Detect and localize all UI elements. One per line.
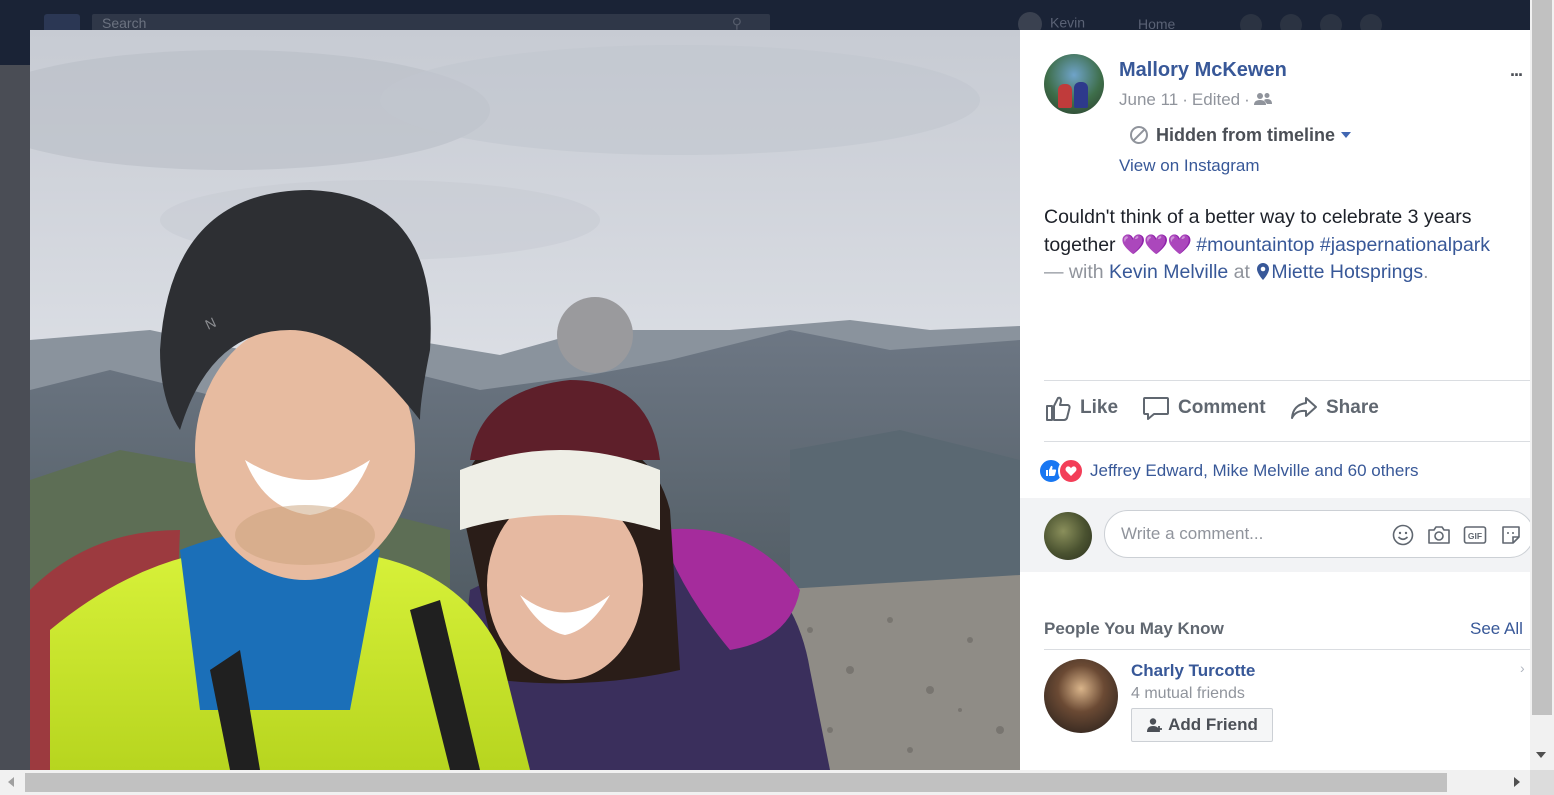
mutual-friends-count[interactable]: 4 mutual friends xyxy=(1131,685,1245,703)
see-all-link[interactable]: See All xyxy=(1470,619,1523,639)
post-meta: June 11 · Edited · xyxy=(1119,90,1272,111)
friends-icon[interactable] xyxy=(1253,91,1272,111)
reactions-summary[interactable]: Jeffrey Edward, Mike Melville and 60 oth… xyxy=(1038,458,1419,484)
with-prefix: — with xyxy=(1044,261,1104,283)
post-text: Couldn't think of a better way to celebr… xyxy=(1044,204,1530,289)
comment-box-icons: GIF xyxy=(1391,523,1523,547)
period: . xyxy=(1423,261,1429,283)
comment-button[interactable]: Comment xyxy=(1142,394,1266,422)
post-photo[interactable]: N xyxy=(30,30,1020,770)
profile-name: Kevin xyxy=(1050,14,1086,31)
vertical-scrollbar[interactable] xyxy=(1530,0,1554,770)
post-details-panel: Mallory McKewen ... June 11 · Edited · Hidd… xyxy=(1020,30,1530,770)
timeline-visibility-dropdown[interactable]: Hidden from timeline xyxy=(1130,125,1352,146)
edited-label[interactable]: Edited xyxy=(1192,90,1240,109)
search-placeholder: Search xyxy=(102,15,147,31)
gif-icon[interactable]: GIF xyxy=(1463,523,1487,547)
sticker-icon[interactable] xyxy=(1499,523,1523,547)
camera-icon[interactable] xyxy=(1427,523,1451,547)
scroll-right-arrow-icon[interactable] xyxy=(1514,777,1520,787)
divider xyxy=(1044,649,1530,650)
reactions-names[interactable]: Jeffrey Edward, Mike Melville and 60 oth… xyxy=(1090,461,1419,481)
location-link[interactable]: Miette Hotsprings xyxy=(1271,261,1423,283)
scroll-left-arrow-icon[interactable] xyxy=(8,777,14,787)
hashtag-mountaintop[interactable]: #mountaintop xyxy=(1196,234,1314,256)
horizontal-scroll-thumb[interactable] xyxy=(25,773,1447,792)
at-label: at xyxy=(1233,261,1250,283)
love-reaction-icon xyxy=(1058,458,1084,484)
current-user-avatar xyxy=(1044,512,1092,560)
share-label: Share xyxy=(1326,397,1379,418)
hidden-icon xyxy=(1130,126,1148,144)
post-actions: Like Comment Share xyxy=(1044,394,1530,430)
pymk-title: People You May Know xyxy=(1044,619,1224,638)
comment-label: Comment xyxy=(1178,397,1266,418)
chevron-down-icon xyxy=(1341,132,1352,138)
like-label: Like xyxy=(1080,397,1119,418)
more-options-icon[interactable]: ... xyxy=(1510,60,1523,81)
add-friend-label: Add Friend xyxy=(1168,715,1258,734)
suggested-friend-name[interactable]: Charly Turcotte xyxy=(1131,661,1255,681)
like-button[interactable]: Like xyxy=(1044,394,1118,422)
add-friend-icon xyxy=(1147,718,1163,732)
post-text-together: together xyxy=(1044,233,1116,256)
add-friend-button[interactable]: Add Friend xyxy=(1131,708,1273,742)
divider xyxy=(1044,441,1530,442)
thumbs-up-icon xyxy=(1046,396,1071,421)
vertical-scroll-thumb[interactable] xyxy=(1532,0,1552,715)
selfie-photo-illustration: N xyxy=(30,30,1020,770)
scroll-down-arrow-icon[interactable] xyxy=(1536,752,1546,758)
hashtag-jaspernationalpark[interactable]: #jaspernationalpark xyxy=(1320,234,1490,256)
divider xyxy=(1044,380,1530,381)
share-icon xyxy=(1291,397,1317,419)
svg-text:GIF: GIF xyxy=(1468,531,1482,541)
emoji-icon[interactable] xyxy=(1391,523,1415,547)
horizontal-scrollbar[interactable] xyxy=(0,770,1530,795)
share-button[interactable]: Share xyxy=(1290,394,1379,422)
post-text-line1: Couldn't think of a better way to celebr… xyxy=(1044,206,1472,228)
comment-box[interactable]: GIF xyxy=(1104,510,1530,558)
chevron-right-icon[interactable]: › xyxy=(1520,660,1525,676)
timeline-status: Hidden from timeline xyxy=(1156,125,1336,145)
comment-composer: GIF xyxy=(1020,498,1530,572)
comment-input[interactable] xyxy=(1119,523,1373,545)
scrollbar-corner xyxy=(1530,770,1554,795)
view-on-instagram-link[interactable]: View on Instagram xyxy=(1119,156,1259,176)
author-avatar[interactable] xyxy=(1044,54,1104,114)
suggested-friend-avatar[interactable] xyxy=(1044,659,1118,733)
comment-icon xyxy=(1143,397,1169,420)
purple-hearts-emoji: 💜💜💜 xyxy=(1120,233,1192,256)
tagged-person-link[interactable]: Kevin Melville xyxy=(1109,261,1228,283)
post-date[interactable]: June 11 xyxy=(1119,90,1178,109)
location-pin-icon xyxy=(1257,261,1270,289)
author-name[interactable]: Mallory McKewen xyxy=(1119,59,1287,82)
